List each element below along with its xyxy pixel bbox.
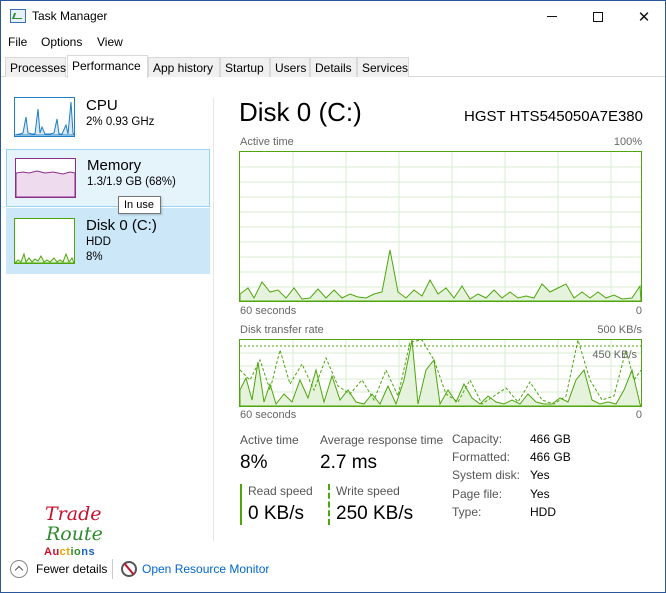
tab-app-history[interactable]: App history (148, 57, 220, 77)
tab-details[interactable]: Details (310, 57, 357, 77)
active-time-graph-plot (240, 152, 641, 301)
active-time-stat-label: Active time (240, 433, 299, 447)
tab-services[interactable]: Services (357, 57, 409, 77)
write-speed-value: 250 KB/s (336, 503, 414, 524)
footer-separator (112, 559, 113, 579)
cpu-label: CPU (86, 97, 118, 114)
logo-line-2: Route (46, 523, 103, 545)
write-speed-label: Write speed (336, 484, 400, 498)
menu-options[interactable]: Options (41, 35, 82, 49)
memory-label: Memory (87, 157, 142, 174)
task-manager-window: Task Manager ✕ File Options View Process… (0, 0, 666, 593)
read-speed-marker (240, 484, 242, 525)
page-file-value: Yes (530, 487, 550, 501)
footer-bar: Fewer details Open Resource Monitor (1, 555, 665, 583)
menu-file[interactable]: File (8, 35, 27, 49)
disk-usage: 8% (86, 251, 103, 263)
type-value: HDD (530, 505, 556, 519)
menu-view[interactable]: View (97, 35, 123, 49)
close-icon: ✕ (637, 8, 651, 26)
disk-label: Disk 0 (C:) (86, 217, 157, 234)
sidebar-item-disk0[interactable]: Disk 0 (C:) HDD 8% (6, 208, 210, 274)
avg-response-value: 2.7 ms (320, 452, 378, 473)
disk-model: HGST HTS545050A7E380 (464, 108, 643, 125)
system-disk-key: System disk: (452, 468, 521, 482)
trade-route-auctions-logo: Trade Route Auctions (43, 503, 105, 561)
formatted-value: 466 GB (530, 450, 571, 464)
minimize-icon (547, 16, 557, 17)
tab-processes[interactable]: Processes (5, 57, 66, 77)
sidebar-item-memory[interactable]: Memory 1.3/1.9 GB (68%) (6, 149, 210, 207)
active-time-min-label: 0 (635, 305, 642, 317)
memory-detail: 1.3/1.9 GB (68%) (87, 176, 176, 188)
system-disk-value: Yes (530, 468, 550, 482)
transfer-rate-max-label: 500 KB/s (597, 324, 642, 336)
capacity-value: 466 GB (530, 432, 571, 446)
window-title: Task Manager (32, 9, 108, 23)
disk-thumbnail-graph (14, 218, 75, 264)
cpu-detail: 2% 0.93 GHz (86, 116, 155, 128)
close-button[interactable]: ✕ (621, 1, 665, 32)
maximize-button[interactable] (575, 1, 621, 32)
menu-bar: File Options View (1, 33, 665, 51)
active-time-stat-value: 8% (240, 452, 268, 473)
write-speed-marker (328, 484, 330, 525)
fewer-details-button[interactable]: Fewer details (36, 562, 107, 576)
open-resource-monitor-link[interactable]: Open Resource Monitor (142, 562, 269, 576)
active-time-max-label: 100% (613, 136, 642, 148)
tab-strip: Processes Performance App history Startu… (1, 55, 665, 78)
read-speed-value: 0 KB/s (248, 503, 304, 524)
transfer-rate-ref-label: 450 KB/s (592, 349, 637, 361)
task-manager-icon (10, 9, 26, 23)
title-bar[interactable]: Task Manager ✕ (1, 1, 665, 32)
chevron-up-icon[interactable] (10, 560, 28, 578)
memory-tooltip: In use (118, 196, 161, 214)
avg-response-label: Average response time (320, 433, 444, 447)
page-file-key: Page file: (452, 487, 503, 501)
disk-type: HDD (86, 236, 111, 248)
maximize-icon (593, 11, 603, 22)
active-time-span-label: 60 seconds (240, 305, 297, 317)
transfer-rate-span-label: 60 seconds (240, 409, 297, 421)
active-time-grid (240, 152, 641, 301)
logo-line-1: Trade (45, 503, 102, 525)
memory-thumbnail-graph (15, 158, 76, 198)
active-time-graph-label: Active time (240, 136, 294, 148)
minimize-button[interactable] (529, 1, 575, 32)
formatted-key: Formatted: (452, 450, 511, 464)
tab-performance[interactable]: Performance (67, 55, 148, 78)
cpu-thumbnail-graph (14, 97, 75, 137)
transfer-rate-graph-label: Disk transfer rate (240, 324, 324, 336)
sidebar-item-cpu[interactable]: CPU 2% 0.93 GHz (6, 89, 210, 147)
active-time-graph (239, 151, 642, 302)
read-speed-label: Read speed (248, 484, 313, 498)
tab-users[interactable]: Users (270, 57, 310, 77)
resource-monitor-icon[interactable] (121, 561, 137, 577)
tab-startup[interactable]: Startup (220, 57, 270, 77)
transfer-rate-min-label: 0 (635, 409, 642, 421)
capacity-key: Capacity: (452, 432, 503, 446)
type-key: Type: (452, 505, 482, 519)
pane-divider (213, 98, 214, 541)
